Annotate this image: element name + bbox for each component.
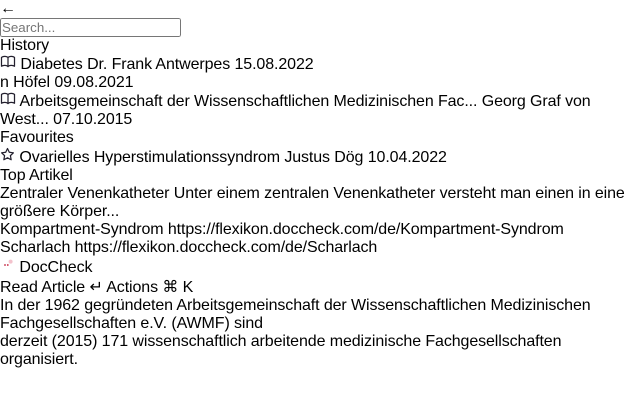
desktop-background: ← History Diabetes Dr. Frank Antwerpes 1… <box>0 0 640 400</box>
return-key-icon: ↵ <box>89 279 102 296</box>
author: n Höfel <box>0 74 54 91</box>
author: Dr. Frank Antwerpes <box>87 56 234 73</box>
author-name: Justus Dög <box>284 149 363 166</box>
article-row[interactable]: Scharlach https://flexikon.doccheck.com/… <box>0 239 640 257</box>
book-icon <box>0 93 19 110</box>
command-palette-window: ← History Diabetes Dr. Frank Antwerpes 1… <box>0 0 640 297</box>
section-label-top-artikel: Top Artikel <box>0 167 640 185</box>
command-key-icon: ⌘ <box>162 279 178 296</box>
section-label-favourites: Favourites <box>0 129 640 147</box>
footer-actions: Read Article ↵ Actions ⌘ K <box>0 277 640 297</box>
date-badge: 15.08.2022 <box>234 56 313 73</box>
article-title: Kompartment-Syndrom <box>0 221 164 238</box>
row-meta: Justus Dög 10.04.2022 <box>284 149 447 166</box>
actions-button[interactable]: Actions ⌘ K <box>106 279 193 296</box>
article-title: Scharlach <box>0 239 70 256</box>
author: Justus Dög <box>284 149 367 166</box>
section-label-history: History <box>0 37 640 55</box>
app-name: DocCheck <box>19 259 92 276</box>
article-row[interactable]: Kompartment-Syndrom https://flexikon.doc… <box>0 221 640 239</box>
tooltip-line: In der 1962 gegründeten Arbeitsgemeinsch… <box>0 297 640 333</box>
history-item-title: Arbeitsgemeinschaft der Wissenschaftlich… <box>19 93 477 110</box>
doccheck-logo-icon <box>0 259 19 276</box>
row-meta: Dr. Frank Antwerpes 15.08.2022 <box>87 56 314 73</box>
read-article-label: Read Article <box>0 279 85 296</box>
favourite-row[interactable]: Ovarielles Hyperstimulationssyndrom Just… <box>0 147 640 167</box>
favourite-item-title: Ovarielles Hyperstimulationssyndrom <box>19 149 280 166</box>
k-key-icon: K <box>183 279 194 296</box>
history-row[interactable]: Arbeitsgemeinschaft der Wissenschaftlich… <box>0 92 640 129</box>
row-meta: n Höfel 09.08.2021 <box>0 74 133 91</box>
back-arrow-icon: ← <box>0 0 16 17</box>
tooltip-line: derzeit (2015) 171 wissenschaftlich arbe… <box>0 333 640 369</box>
footer-bar: DocCheck Read Article ↵ Actions ⌘ K <box>0 257 640 297</box>
author-name: Dr. Frank Antwerpes <box>87 56 230 73</box>
history-row[interactable]: Diabetes Dr. Frank Antwerpes 15.08.2022 <box>0 55 640 74</box>
star-icon <box>0 149 19 166</box>
read-article-button[interactable]: Read Article ↵ <box>0 279 106 296</box>
history-row[interactable]: n Höfel 09.08.2021 <box>0 74 640 92</box>
article-title: Zentraler Venenkatheter <box>0 185 169 202</box>
date-badge: 10.04.2022 <box>368 149 447 166</box>
author-name: n Höfel <box>0 74 50 91</box>
book-icon <box>0 56 20 73</box>
tooltip: In der 1962 gegründeten Arbeitsgemeinsch… <box>0 297 640 369</box>
actions-label: Actions <box>106 279 158 296</box>
history-item-title: Diabetes <box>20 56 82 73</box>
search-bar: ← <box>0 0 640 37</box>
back-button[interactable]: ← <box>0 0 640 18</box>
brand: DocCheck <box>0 257 640 277</box>
article-subtitle: https://flexikon.doccheck.com/de/Scharla… <box>75 239 378 256</box>
date-badge: 07.10.2015 <box>53 111 132 128</box>
article-subtitle: https://flexikon.doccheck.com/de/Kompart… <box>168 221 564 238</box>
date-badge: 09.08.2021 <box>54 74 133 91</box>
article-row[interactable]: Zentraler Venenkatheter Unter einem zent… <box>0 185 640 221</box>
search-input[interactable] <box>0 18 181 37</box>
